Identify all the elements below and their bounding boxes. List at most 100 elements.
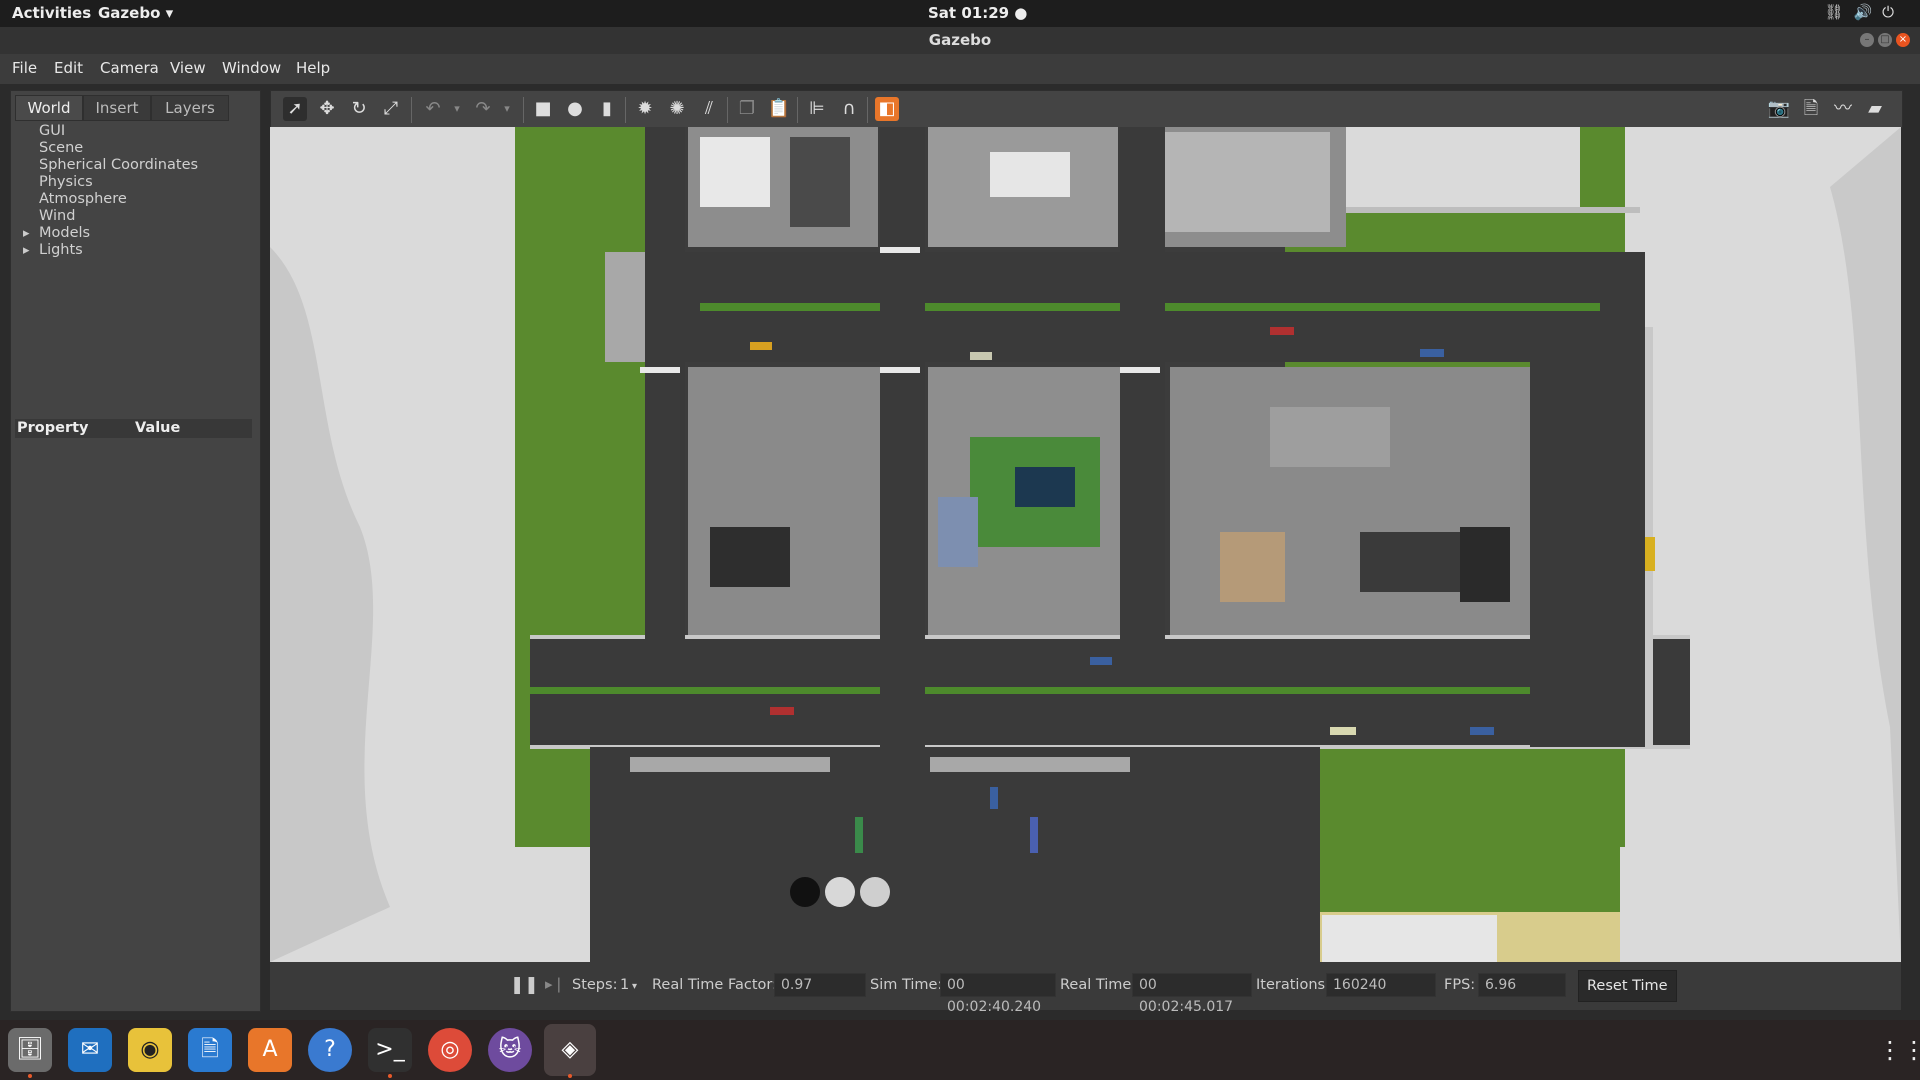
copy-icon[interactable]: ❐ (735, 97, 759, 121)
help-icon[interactable]: ? (308, 1028, 352, 1072)
reset-time-button[interactable]: Reset Time (1578, 970, 1677, 1002)
point-light-icon[interactable]: ✹ (633, 97, 657, 121)
maximize-icon: □ (1880, 34, 1890, 45)
window-title: Gazebo (928, 31, 992, 49)
video-record-icon[interactable]: ▰ (1863, 97, 1887, 121)
view-angle-icon[interactable]: ◧ (875, 97, 899, 121)
minimize-icon: – (1864, 34, 1870, 45)
simulation-status-bar: ❚❚ ▸❘ Steps: 1 ▾ Real Time Factor: 0.97 … (270, 962, 1901, 1015)
bus (1030, 817, 1038, 853)
github-desktop-icon[interactable]: 🐱 (488, 1028, 532, 1072)
redo-history-icon[interactable]: ▾ (495, 97, 519, 121)
close-button[interactable]: × (1896, 33, 1910, 47)
step-button[interactable]: ▸❘ (545, 975, 565, 995)
tree-item-gui[interactable]: GUI (23, 123, 198, 140)
align-icon[interactable]: ⊫ (805, 97, 829, 121)
toolbar-separator (411, 97, 412, 123)
3d-viewport[interactable] (270, 127, 1901, 962)
pause-button[interactable]: ❚❚ (510, 975, 539, 995)
minimize-button[interactable]: – (1860, 33, 1874, 47)
thunderbird-icon[interactable]: ✉ (68, 1028, 112, 1072)
tab-insert[interactable]: Insert (83, 95, 151, 121)
show-apps-icon[interactable]: ⋮⋮ (1878, 1036, 1920, 1064)
screenshot-icon[interactable]: 📷 (1767, 97, 1791, 121)
ring-road (1530, 327, 1645, 747)
tank (860, 877, 890, 907)
redo-icon[interactable]: ↷ (471, 97, 495, 121)
menu-help[interactable]: Help (296, 59, 330, 77)
building-roof (1220, 532, 1285, 602)
building-roof (1360, 532, 1460, 592)
paste-icon[interactable]: 📋 (767, 97, 791, 121)
tree-item-atmosphere[interactable]: Atmosphere (23, 191, 198, 208)
tab-world[interactable]: World (15, 95, 83, 121)
building-roof (1015, 467, 1075, 507)
building-roof (710, 527, 790, 587)
activities-button[interactable]: Activities (12, 4, 91, 22)
car (970, 352, 992, 360)
building-roof (938, 497, 978, 567)
steps-spinbox[interactable]: 1 (620, 977, 629, 993)
snap-icon[interactable]: ∩ (837, 97, 861, 121)
tree-item-models[interactable]: Models (23, 225, 198, 242)
iterations-label: Iterations: (1256, 977, 1330, 993)
tab-layers[interactable]: Layers (151, 95, 229, 121)
undo-icon[interactable]: ↶ (421, 97, 445, 121)
menu-camera[interactable]: Camera (100, 59, 159, 77)
steps-dropdown-icon[interactable]: ▾ (632, 981, 637, 992)
rotate-mode-icon[interactable]: ↻ (347, 97, 371, 121)
toolbar-separator (797, 97, 798, 123)
rhythmbox-icon[interactable]: ◉ (128, 1028, 172, 1072)
ubuntu-dock: 🗄 ✉ ◉ 🗎 A ? >_ ◎ 🐱 ◈ ⋮⋮ (0, 1020, 1920, 1080)
libreoffice-writer-icon[interactable]: 🗎 (188, 1028, 232, 1072)
running-indicator (28, 1074, 32, 1078)
record-log-icon[interactable]: 🗎 (1799, 97, 1823, 121)
real-time-label: Real Time: (1060, 977, 1137, 993)
tree-item-spherical-coordinates[interactable]: Spherical Coordinates (23, 157, 198, 174)
fps-label: FPS: (1444, 977, 1476, 993)
sphere-icon[interactable]: ● (563, 97, 587, 121)
app-menu[interactable]: Gazebo ▾ (98, 4, 173, 22)
crosswalk (640, 367, 680, 373)
sidewalk (930, 757, 1130, 772)
curb (530, 635, 1690, 639)
cylinder-icon[interactable]: ▮ (595, 97, 619, 121)
volume-icon: 🔊 (1853, 3, 1883, 21)
toolbar-separator (727, 97, 728, 123)
undo-history-icon[interactable]: ▾ (445, 97, 469, 121)
menu-file[interactable]: File (12, 59, 37, 77)
building-roof (1460, 527, 1510, 602)
building-roof (1270, 407, 1390, 467)
select-mode-icon[interactable]: ➚ (283, 97, 307, 121)
spot-light-icon[interactable]: ✺ (665, 97, 689, 121)
clock[interactable]: Sat 01:29 ● (928, 4, 1027, 22)
running-indicator (568, 1074, 572, 1078)
tree-item-lights[interactable]: Lights (23, 242, 198, 259)
files-icon[interactable]: 🗄 (8, 1028, 52, 1072)
network-icon: ⛓ (1824, 3, 1854, 21)
menu-window[interactable]: Window (222, 59, 281, 77)
gazebo-icon[interactable]: ◈ (544, 1024, 596, 1076)
tree-item-scene[interactable]: Scene (23, 140, 198, 157)
tank (825, 877, 855, 907)
tree-item-physics[interactable]: Physics (23, 174, 198, 191)
plot-icon[interactable]: 〰 (1831, 97, 1855, 121)
tree-item-wind[interactable]: Wind (23, 208, 198, 225)
scale-mode-icon[interactable]: ⤢ (379, 97, 403, 121)
directional-light-icon[interactable]: ⫽ (697, 97, 721, 121)
property-table-header: Property Value (15, 419, 252, 438)
lower-lot (590, 747, 1320, 962)
street (645, 127, 685, 647)
menu-view[interactable]: View (170, 59, 206, 77)
car (990, 787, 998, 809)
box-icon[interactable]: ■ (531, 97, 555, 121)
software-center-icon[interactable]: A (248, 1028, 292, 1072)
building-roof (1322, 915, 1497, 962)
chrome-icon[interactable]: ◎ (428, 1028, 472, 1072)
system-tray[interactable]: ⛓🔊⏻ (1824, 3, 1904, 21)
maximize-button[interactable]: □ (1878, 33, 1892, 47)
terminal-icon[interactable]: >_ (368, 1028, 412, 1072)
menu-edit[interactable]: Edit (54, 59, 83, 77)
city-scene (270, 127, 1901, 962)
translate-mode-icon[interactable]: ✥ (315, 97, 339, 121)
